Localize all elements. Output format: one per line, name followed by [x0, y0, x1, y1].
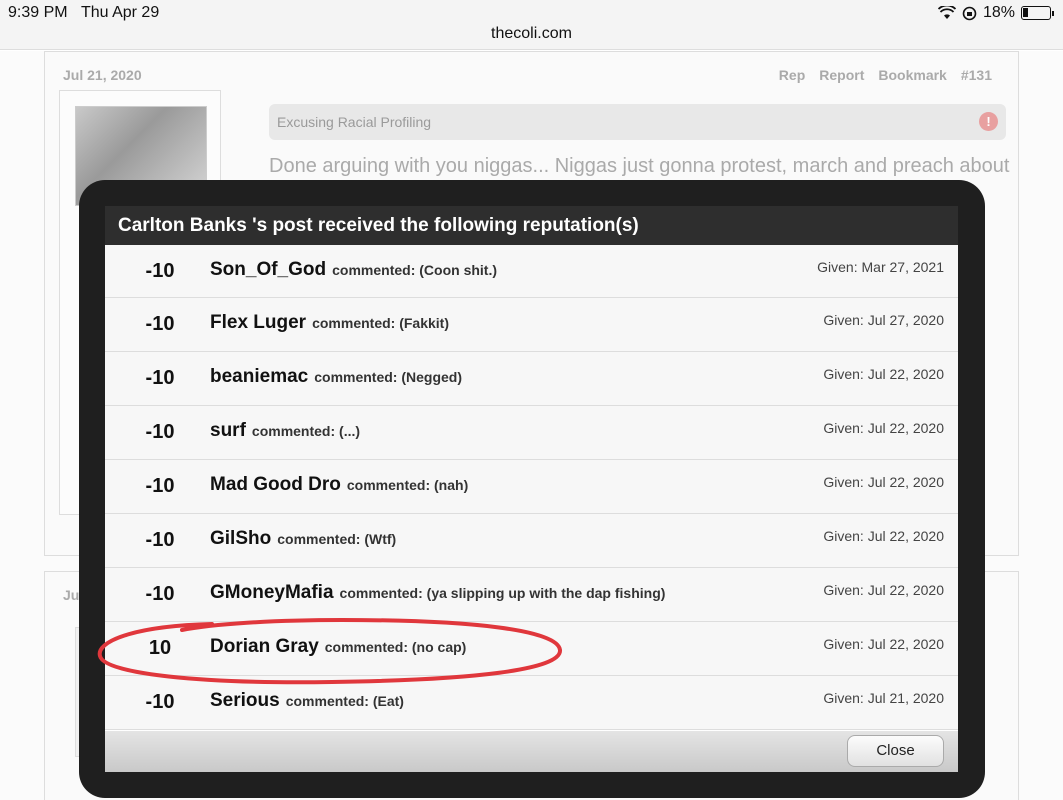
post-body: Done arguing with you niggas... Niggas j…: [269, 155, 1010, 177]
thread-title-bar: Excusing Racial Profiling !: [269, 104, 1006, 140]
rep-comment: commented: (Eat): [285, 693, 404, 709]
rep-comment: commented: (Coon shit.): [332, 262, 498, 278]
reputation-row: -10 Son_Of_God commented: (Coon shit.) Give…: [105, 245, 958, 298]
rep-value: -10: [145, 529, 175, 551]
rep-given-date: Given: Jul 22, 2020: [823, 420, 944, 436]
reputation-row: -10 Serious commented: (Eat) Given: Jul 21,…: [105, 676, 958, 730]
rotation-lock-icon: [962, 6, 977, 20]
post-date: Ju: [63, 587, 80, 603]
post-date: Jul 21, 2020: [63, 67, 142, 83]
rep-value: -10: [145, 475, 175, 497]
post-number-link[interactable]: #131: [961, 67, 992, 83]
warning-icon: !: [979, 112, 998, 131]
rep-username[interactable]: surf: [210, 420, 246, 441]
rep-value: -10: [145, 583, 175, 605]
rep-user-line: Dorian Gray commented: (no cap): [210, 636, 466, 658]
rep-username[interactable]: Dorian Gray: [210, 636, 319, 657]
rep-user-line: surf commented: (...): [210, 420, 360, 442]
reputation-row: -10 beaniemac commented: (Negged) Given: Ju…: [105, 352, 958, 406]
address-bar[interactable]: thecoli.com: [0, 25, 1063, 43]
rep-comment: commented: (Fakkit): [312, 315, 449, 331]
rep-comment: commented: (Negged): [314, 369, 463, 385]
rep-link[interactable]: Rep: [779, 67, 805, 83]
reputation-row: -10 GilSho commented: (Wtf) Given: Jul 22, …: [105, 514, 958, 568]
post-actions: Rep Report Bookmark #131: [779, 67, 992, 83]
reputation-list: -10 Son_Of_God commented: (Coon shit.) Give…: [105, 245, 958, 730]
reputation-row: -10 GMoneyMafia commented: (ya slipping up…: [105, 568, 958, 622]
rep-user-line: Serious commented: (Eat): [210, 690, 404, 712]
rep-user-line: Flex Luger commented: (Fakkit): [210, 312, 449, 334]
rep-value: -10: [145, 260, 175, 282]
modal-footer: Close: [105, 731, 958, 772]
rep-value: 10: [148, 637, 172, 659]
status-icons: 18%: [937, 4, 1054, 22]
rep-given-date: Given: Jul 21, 2020: [823, 690, 944, 706]
thread-title: Excusing Racial Profiling: [277, 114, 432, 130]
rep-username[interactable]: Mad Good Dro: [210, 474, 341, 495]
rep-username[interactable]: Son_Of_God: [210, 259, 326, 280]
status-bar: 9:39 PM Thu Apr 29 thecoli.com 18%: [0, 0, 1063, 50]
reputation-row: 10 Dorian Gray commented: (no cap) Given: J…: [105, 622, 958, 676]
rep-value: -10: [145, 313, 175, 335]
bookmark-link[interactable]: Bookmark: [878, 67, 946, 83]
rep-user-line: GilSho commented: (Wtf): [210, 528, 396, 550]
rep-username[interactable]: beaniemac: [210, 366, 308, 387]
rep-comment: commented: (ya slipping up with the dap …: [339, 585, 666, 601]
rep-user-line: beaniemac commented: (Negged): [210, 366, 462, 388]
reputation-modal: Carlton Banks 's post received the follo…: [79, 180, 985, 798]
rep-username[interactable]: GMoneyMafia: [210, 582, 334, 603]
reputation-row: -10 Mad Good Dro commented: (nah) Given: Ju…: [105, 460, 958, 514]
rep-user-line: Son_Of_God commented: (Coon shit.): [210, 259, 497, 281]
status-time: 9:39 PM Thu Apr 29: [8, 4, 160, 21]
rep-given-date: Given: Mar 27, 2021: [817, 259, 944, 275]
report-link[interactable]: Report: [819, 67, 864, 83]
modal-title: Carlton Banks 's post received the follo…: [105, 206, 958, 245]
rep-user-line: Mad Good Dro commented: (nah): [210, 474, 468, 496]
rep-given-date: Given: Jul 22, 2020: [823, 474, 944, 490]
rep-username[interactable]: Serious: [210, 690, 280, 711]
rep-comment: commented: (...): [251, 423, 361, 439]
rep-value: -10: [145, 691, 175, 713]
rep-comment: commented: (no cap): [324, 639, 467, 655]
reputation-row: -10 Flex Luger commented: (Fakkit) Given: J…: [105, 298, 958, 352]
rep-given-date: Given: Jul 27, 2020: [823, 312, 944, 328]
rep-given-date: Given: Jul 22, 2020: [823, 636, 944, 652]
wifi-icon: [937, 6, 956, 19]
rep-user-line: GMoneyMafia commented: (ya slipping up wi…: [210, 582, 665, 604]
modal-content: Carlton Banks 's post received the follo…: [105, 206, 958, 772]
rep-username[interactable]: GilSho: [210, 528, 271, 549]
rep-value: -10: [145, 421, 175, 443]
rep-given-date: Given: Jul 22, 2020: [823, 528, 944, 544]
rep-given-date: Given: Jul 22, 2020: [823, 366, 944, 382]
rep-username[interactable]: Flex Luger: [210, 312, 306, 333]
battery-icon: [1021, 6, 1054, 20]
rep-comment: commented: (nah): [346, 477, 469, 493]
reputation-row: -10 surf commented: (...) Given: Jul 22, 20…: [105, 406, 958, 460]
rep-value: -10: [145, 367, 175, 389]
close-button[interactable]: Close: [847, 735, 944, 767]
rep-given-date: Given: Jul 22, 2020: [823, 582, 944, 598]
rep-comment: commented: (Wtf): [277, 531, 397, 547]
battery-percent: 18%: [982, 4, 1015, 21]
